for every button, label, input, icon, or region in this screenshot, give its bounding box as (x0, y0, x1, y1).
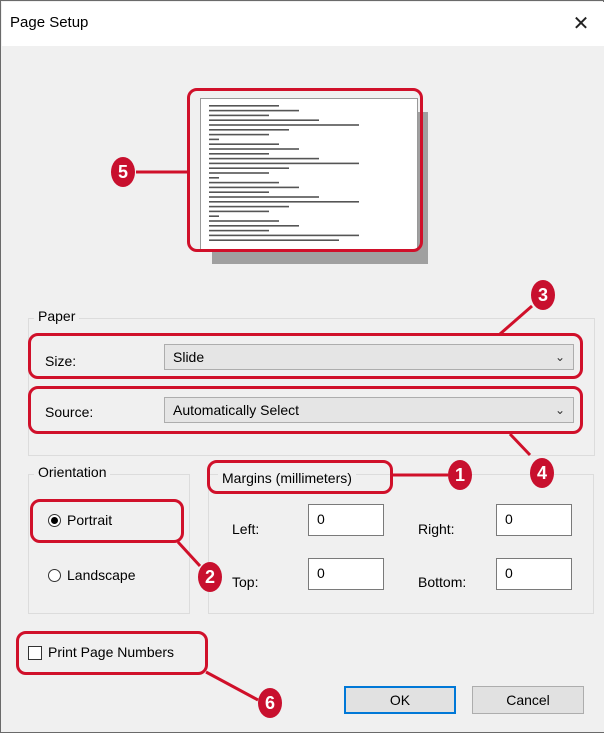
bottom-margin-input[interactable]: 0 (496, 558, 572, 590)
highlight-source (28, 386, 583, 434)
margins-group (208, 474, 594, 614)
left-label: Left: (232, 521, 260, 537)
right-label: Right: (418, 521, 455, 537)
highlight-preview (187, 88, 423, 252)
top-margin-input[interactable]: 0 (308, 558, 384, 590)
annotation-badge-5: 5 (111, 157, 135, 187)
orientation-group-label: Orientation (34, 464, 111, 480)
ok-button[interactable]: OK (344, 686, 456, 714)
cancel-button[interactable]: Cancel (472, 686, 584, 714)
highlight-print-page-numbers (16, 631, 208, 675)
highlight-size (28, 333, 583, 379)
orientation-group (28, 474, 190, 614)
top-label: Top: (232, 574, 259, 590)
left-margin-input[interactable]: 0 (308, 504, 384, 536)
close-icon[interactable]: ✕ (558, 2, 604, 46)
bottom-label: Bottom: (418, 574, 467, 590)
paper-group-label: Paper (34, 308, 80, 324)
highlight-margins-label (207, 460, 393, 494)
annotation-badge-3: 3 (531, 280, 555, 310)
annotation-badge-2: 2 (198, 562, 222, 592)
landscape-radio[interactable] (48, 569, 61, 582)
annotation-badge-6: 6 (258, 688, 282, 718)
dialog-title: Page Setup (10, 14, 89, 31)
title-bar: Page Setup ✕ (2, 2, 604, 46)
annotation-badge-1: 1 (448, 460, 472, 490)
landscape-label[interactable]: Landscape (67, 567, 136, 583)
highlight-portrait (30, 499, 184, 543)
annotation-badge-4: 4 (530, 458, 554, 488)
right-margin-input[interactable]: 0 (496, 504, 572, 536)
